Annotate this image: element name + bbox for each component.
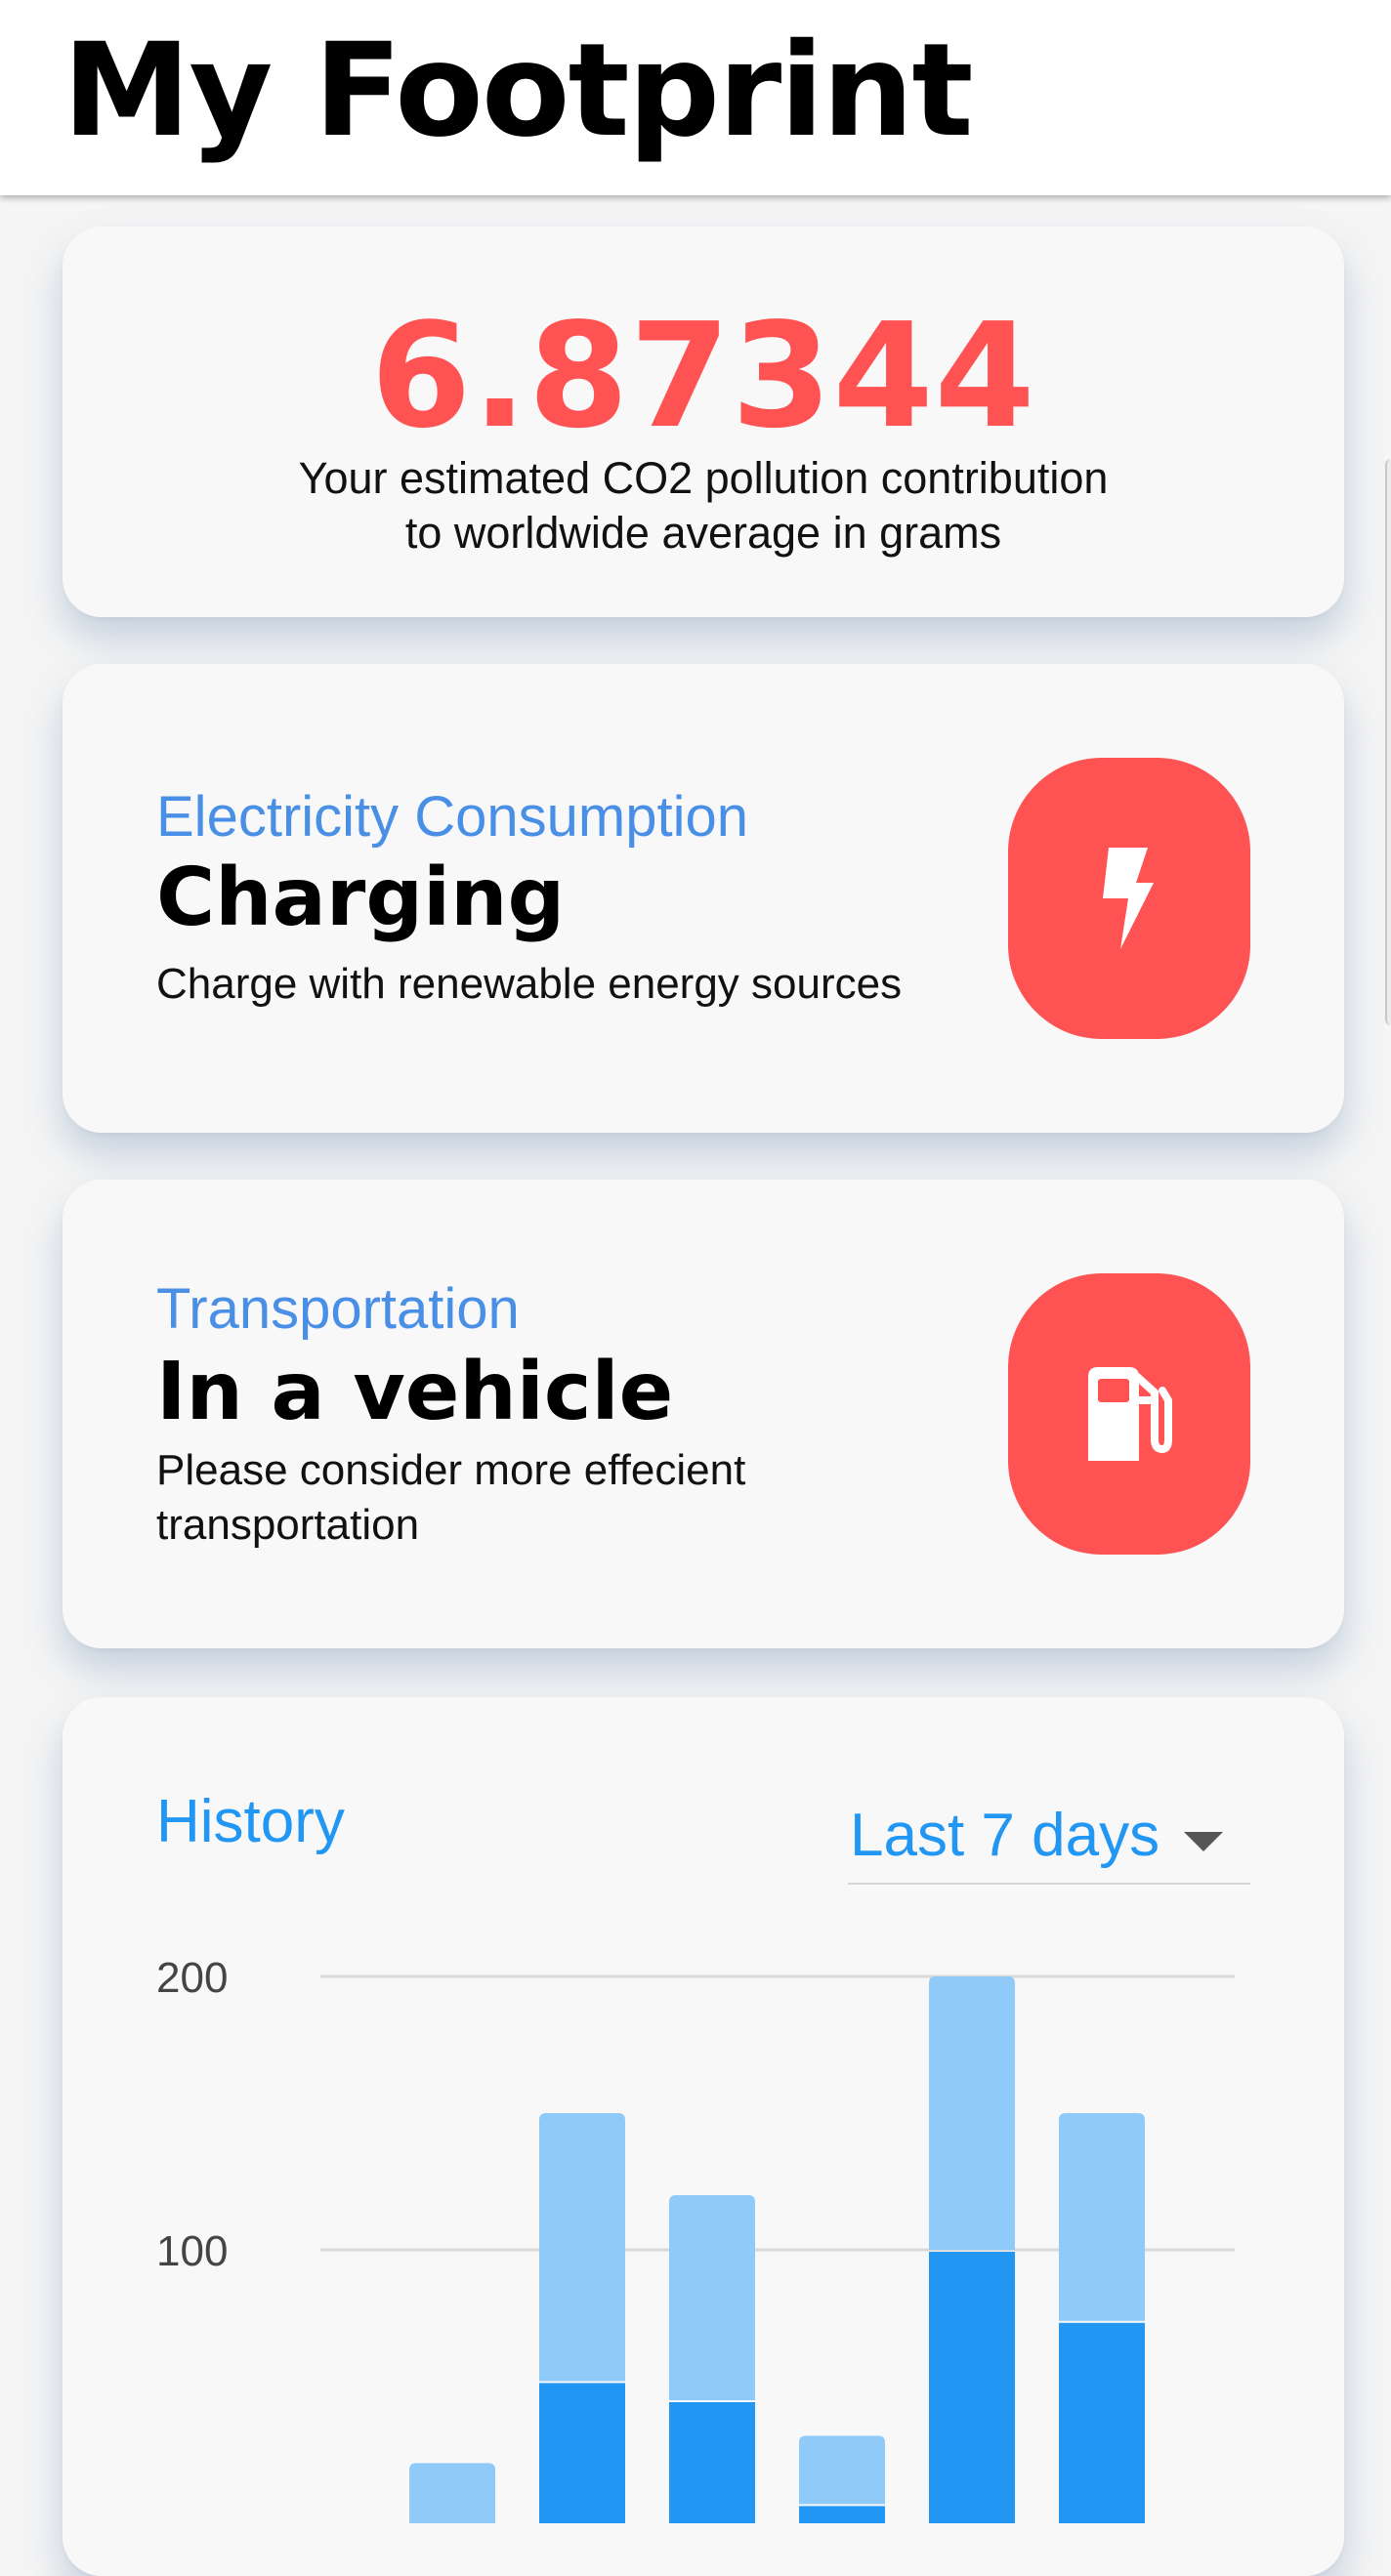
chart-bar-segment-dark: [1059, 2322, 1145, 2523]
chart-bar-segment-light: [799, 2435, 885, 2505]
chart-y-tick-label: 200: [156, 1954, 228, 2002]
electricity-category: Electricity Consumption: [156, 785, 748, 849]
electricity-title: Charging: [156, 852, 566, 944]
app-bar: My Footprint: [0, 0, 1391, 195]
chart-bar-segment-light: [539, 2113, 625, 2382]
transportation-icon-tile[interactable]: [1008, 1273, 1250, 1555]
chart-bar-segment-light: [1059, 2113, 1145, 2321]
transportation-title: In a vehicle: [156, 1346, 674, 1438]
electricity-card[interactable]: Electricity Consumption Charging Charge …: [63, 664, 1344, 1133]
chart-bar-segment-dark: [539, 2383, 625, 2523]
chart-bar-segment-dark: [669, 2402, 755, 2523]
chart-bar-segment-light: [409, 2463, 495, 2523]
footprint-caption-line-2: to worldwide average in grams: [404, 508, 1002, 558]
footprint-caption: Your estimated CO2 pollution contributio…: [199, 451, 1207, 561]
transportation-category: Transportation: [156, 1277, 520, 1341]
chart-bar-segment-dark: [799, 2506, 885, 2523]
history-card: History Last 7 days 100 200: [63, 1697, 1344, 2576]
transportation-card[interactable]: Transportation In a vehicle Please consi…: [63, 1180, 1344, 1648]
electricity-description: Charge with renewable energy sources: [156, 960, 903, 1008]
chart-y-tick-label: 100: [156, 2227, 228, 2275]
chart-bar-segment-light: [669, 2195, 755, 2400]
page-title: My Footprint: [63, 16, 974, 166]
footprint-caption-line-1: Your estimated CO2 pollution contributio…: [298, 453, 1109, 503]
gas-station-icon: [1088, 1367, 1172, 1461]
footprint-card: 6.87344 Your estimated CO2 pollution con…: [63, 227, 1344, 617]
chart-bar-segment-dark: [929, 2252, 1015, 2523]
chart-bar-segment-light: [929, 1976, 1015, 2250]
transportation-description: Please consider more effecient transport…: [156, 1446, 746, 1549]
electricity-icon-tile[interactable]: [1008, 758, 1250, 1039]
bolt-icon: [1103, 848, 1154, 949]
footprint-value: 6.87344: [370, 292, 1036, 460]
edge-panel-handle[interactable]: [1385, 459, 1391, 1025]
history-chart: 100 200: [156, 1954, 1235, 2523]
